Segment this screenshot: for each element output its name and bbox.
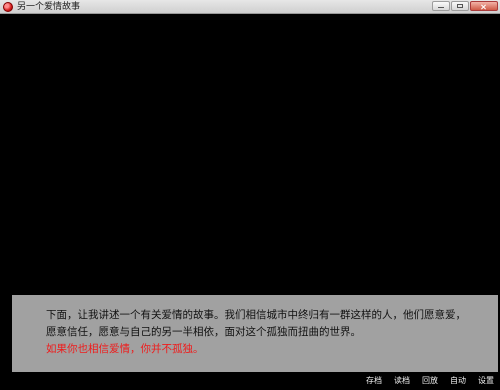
game-window: 另一个爱情故事 下面，让我讲述一个有关爱情的故事。我们相信城市中终归有一群这样的…	[0, 0, 500, 390]
dialogue-box[interactable]: 下面，让我讲述一个有关爱情的故事。我们相信城市中终归有一群这样的人，他们愿意爱，…	[12, 295, 498, 372]
window-controls	[432, 1, 498, 13]
bottom-menu: 存档 读档 回放 自动 设置	[366, 374, 494, 388]
menu-settings-button[interactable]: 设置	[478, 375, 494, 387]
title-bar: 另一个爱情故事	[0, 0, 500, 14]
minimize-button[interactable]	[432, 1, 450, 11]
maximize-button[interactable]	[451, 1, 469, 11]
close-button[interactable]	[470, 1, 498, 11]
window-title: 另一个爱情故事	[17, 2, 81, 12]
dialogue-highlight: 如果你也相信爱情，你并不孤独。	[46, 343, 204, 355]
app-icon	[3, 2, 13, 12]
menu-replay-button[interactable]: 回放	[422, 375, 438, 387]
menu-save-button[interactable]: 存档	[366, 375, 382, 387]
menu-load-button[interactable]: 读档	[394, 375, 410, 387]
dialogue-paragraph: 下面，让我讲述一个有关爱情的故事。我们相信城市中终归有一群这样的人，他们愿意爱，…	[46, 309, 466, 338]
menu-auto-button[interactable]: 自动	[450, 375, 466, 387]
